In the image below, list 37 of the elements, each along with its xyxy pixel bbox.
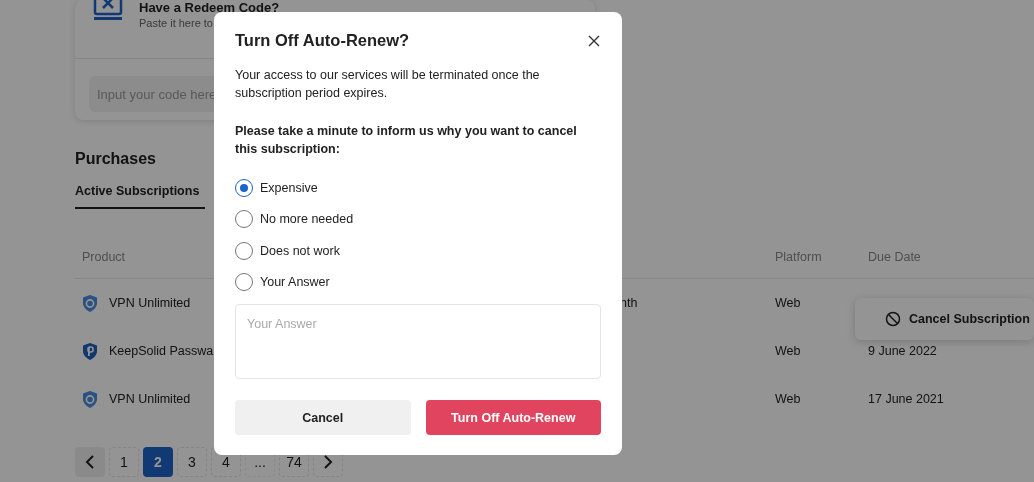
option-label[interactable]: No more needed: [260, 212, 354, 227]
ticket-icon: [93, 0, 123, 22]
section-heading: Purchases: [75, 150, 156, 168]
product-name: VPN Unlimited: [109, 296, 191, 310]
prohibited-icon: [885, 311, 901, 327]
tab[interactable]: Active Subscriptions: [75, 184, 206, 209]
product-name: VPN Unlimited: [109, 392, 191, 406]
column-header: Product: [82, 250, 126, 264]
option-label[interactable]: Your Answer: [260, 275, 330, 290]
page-button[interactable]: 2: [143, 447, 173, 477]
card-subtitle: Paste it here to: [139, 17, 214, 29]
question-text: Please take a minute to inform us why you want to cancel this subscription:: [235, 123, 578, 158]
shield-icon: [82, 389, 98, 409]
cancel-button[interactable]: Cancel: [235, 400, 411, 435]
answer-box[interactable]: Your Answer: [235, 304, 601, 379]
dialog-message: Your access to our services will be terminated once the subscription period expires.: [235, 67, 541, 102]
table-cell: 9 June 2022: [868, 344, 937, 358]
column-header: Platform: [775, 250, 822, 264]
option-label[interactable]: Does not work: [260, 243, 340, 258]
table-cell: Web: [775, 392, 801, 406]
close-icon: [587, 33, 601, 48]
dialog-title: Turn Off Auto-Renew?: [235, 31, 410, 50]
page-button[interactable]: 3: [177, 447, 207, 477]
table-cell: 17 June 2021: [868, 392, 944, 406]
shield-icon: [82, 341, 98, 361]
close-button[interactable]: [587, 33, 601, 48]
product-name: KeepSolid Passwa: [109, 344, 214, 358]
turn-off-button[interactable]: Turn Off Auto-Renew: [425, 400, 601, 435]
page-button[interactable]: 1: [109, 447, 139, 477]
table-cell: Web: [775, 344, 801, 358]
previous-page-button[interactable]: [75, 447, 105, 477]
card-title: Have a Redeem Code?: [139, 0, 280, 15]
option-label[interactable]: Expensive: [260, 180, 318, 195]
shield-icon: [82, 293, 98, 313]
menu-item[interactable]: Cancel Subscription: [885, 311, 1030, 327]
column-header: Due Date: [868, 250, 921, 264]
table-cell: Web: [775, 296, 801, 310]
